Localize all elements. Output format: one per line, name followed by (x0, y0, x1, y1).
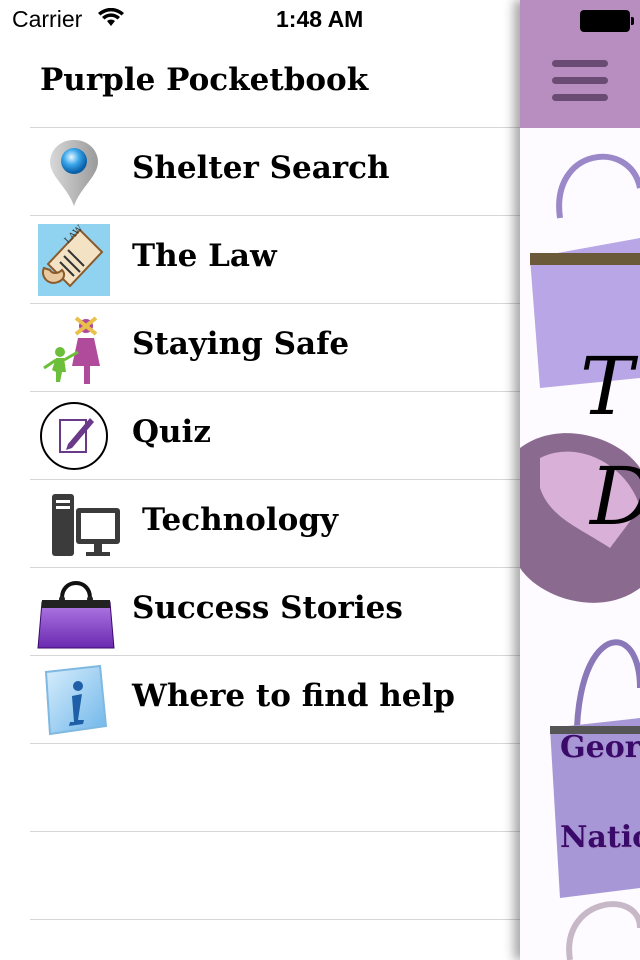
info-icon (44, 664, 108, 736)
menu-item-label: The Law (132, 238, 277, 274)
menu-item-success-stories[interactable]: Success Stories (30, 567, 520, 655)
script-letter-d: D (590, 450, 640, 543)
carrier-label: Carrier (12, 6, 83, 32)
quiz-pencil-icon (40, 402, 108, 470)
battery-icon (580, 10, 634, 32)
wifi-icon (98, 8, 124, 26)
menu-item-label: Technology (142, 502, 339, 538)
empty-row (30, 831, 520, 919)
purse-icon (37, 581, 115, 649)
menu-item-technology[interactable]: Technology (30, 479, 520, 567)
status-bar: Carrier 1:48 AM (0, 0, 520, 40)
law-scroll-icon: LAW (38, 224, 110, 296)
menu-list: Shelter Search LAW The Law Staying Safe … (30, 127, 520, 920)
family-icon (43, 316, 100, 384)
menu-item-label: Quiz (132, 414, 211, 450)
menu-item-quiz[interactable]: Quiz (30, 391, 520, 479)
menu-item-label: Staying Safe (132, 326, 350, 362)
map-pin-icon (50, 140, 98, 206)
empty-row (30, 743, 520, 831)
menu-item-label: Where to find help (132, 678, 455, 714)
side-link-1[interactable]: Natio (560, 820, 640, 855)
side-link-0[interactable]: Georg (560, 730, 640, 765)
nav-bar (520, 0, 640, 128)
menu-item-shelter-search[interactable]: Shelter Search (30, 127, 520, 215)
menu-item-label: Shelter Search (132, 150, 390, 186)
list-divider (30, 919, 520, 920)
status-time: 1:48 AM (276, 6, 364, 32)
script-letter-t: T (580, 340, 634, 433)
computer-icon (52, 494, 120, 556)
menu-item-staying-safe[interactable]: Staying Safe (30, 303, 520, 391)
main-view-panel[interactable]: T D Georg Natio (520, 0, 640, 960)
menu-item-where-to-find-help[interactable]: Where to find help (30, 655, 520, 743)
menu-item-the-law[interactable]: LAW The Law (30, 215, 520, 303)
menu-item-label: Success Stories (132, 590, 403, 626)
side-menu: Purple Pocketbook Shelter Search LAW The… (0, 40, 520, 960)
app-title: Purple Pocketbook (40, 62, 369, 98)
hamburger-menu-icon[interactable] (552, 60, 608, 104)
